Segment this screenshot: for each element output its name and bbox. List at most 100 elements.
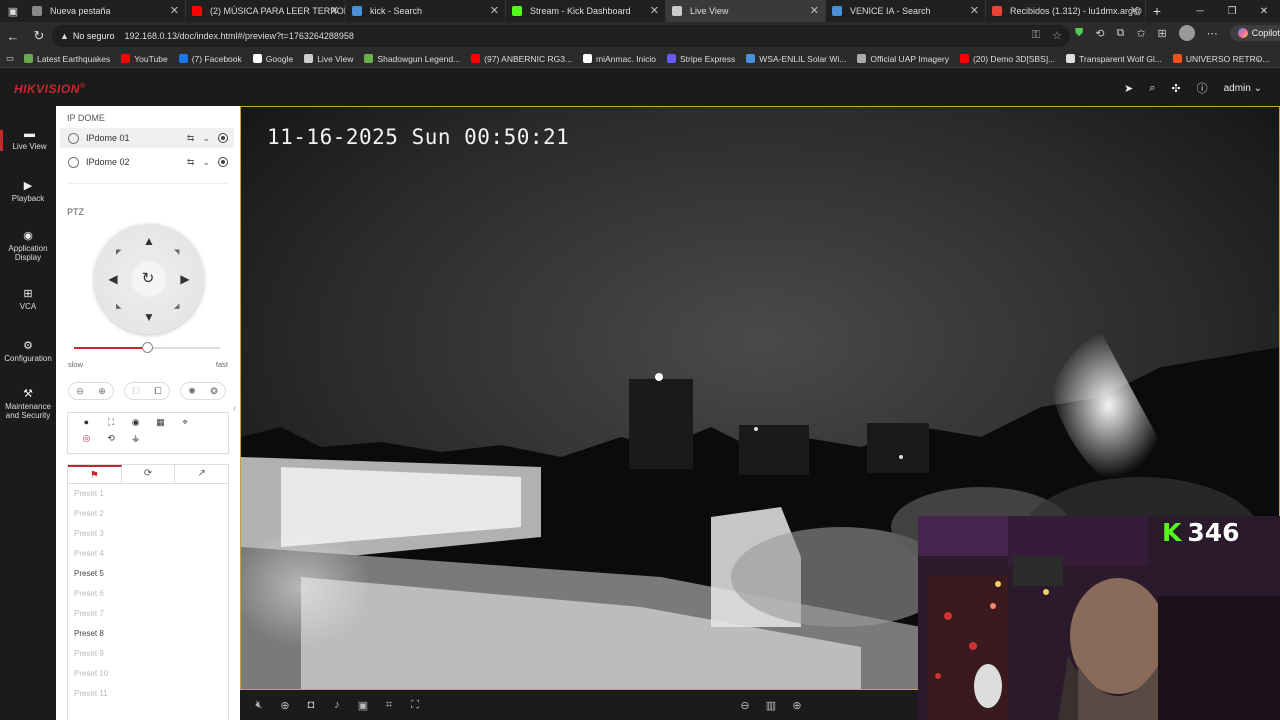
browser-tab[interactable]: Recibidos (1.312) - lu1dmx.arg@ ✕ [986,0,1146,22]
nav-maintenance[interactable]: ⚒ Maintenance and Security [0,389,56,421]
collapse-panel-icon[interactable]: ‹ [233,403,236,413]
collections-icon[interactable]: ⊞ [1158,27,1167,40]
park-icon[interactable]: ⟲ [99,433,124,449]
tab-patrol[interactable]: ⟳ [122,465,176,483]
ptz-up-right-button[interactable]: ◥ [174,248,179,256]
chevron-down-icon[interactable]: ⌄ [202,157,210,168]
search-icon[interactable]: ⌕ [1149,82,1155,95]
bookmark-item[interactable]: Latest Earthquakes [24,54,110,64]
nav-live-view[interactable]: ▬ Live View [0,129,56,151]
browser-tab[interactable]: kick - Search ✕ [346,0,506,22]
3d-positioning-icon[interactable]: ⛶ [99,417,124,433]
close-tab-icon[interactable]: ✕ [330,4,339,17]
favorites-icon[interactable]: ✩ [1136,27,1145,40]
record-icon[interactable] [218,157,228,167]
stream-switch-icon[interactable]: ⇆ [187,133,195,144]
copilot-button[interactable]: Copilot [1229,25,1280,41]
mute-icon[interactable]: 🔇︎ [246,699,272,712]
microphone-icon[interactable]: ♪ [324,699,350,711]
back-icon[interactable]: ← [0,29,26,44]
security-label[interactable]: No seguro [73,31,115,41]
close-tab-icon[interactable]: ✕ [170,4,179,17]
bookmark-item[interactable]: Shadowgun Legend... [364,54,460,64]
info-icon[interactable]: ⓘ [1197,80,1208,96]
bookmarks-more-icon[interactable]: › [1257,54,1260,64]
more-menu-icon[interactable]: ⋯ [1207,27,1218,40]
puzzle-icon[interactable]: ✣ [1171,82,1180,95]
bookmark-item[interactable]: Live View [304,54,353,64]
ptz-down-left-button[interactable]: ◣ [116,302,121,310]
one-touch-icon[interactable]: ⚶ [123,433,148,449]
ptz-down-right-button[interactable]: ◢ [174,302,179,310]
bookmark-item[interactable]: WSA-ENLIL Solar Wi... [746,54,846,64]
minimize-icon[interactable]: ─ [1184,0,1216,22]
preset-item[interactable]: Preset 2 [68,504,228,524]
browser-tab[interactable]: VENICE IA - Search ✕ [826,0,986,22]
bookmark-item[interactable]: Google [252,54,293,64]
bookmark-item[interactable]: YouTube [121,54,168,64]
user-menu[interactable]: admin ⌄ [1224,83,1262,94]
region-focus-icon[interactable]: ⌗ [376,699,402,712]
previous-window-icon[interactable]: ⊖ [732,699,758,712]
close-tab-icon[interactable]: ✕ [970,4,979,17]
send-icon[interactable]: ➤ [1124,82,1133,95]
digital-zoom-icon[interactable]: ⊕ [272,699,298,712]
ptz-up-button[interactable]: ▲ [142,234,156,248]
camera-item-1[interactable]: IPdome 01 ⇆ ⌄ [60,128,234,148]
iris-close-icon[interactable]: ✺ [188,386,196,397]
preset-item[interactable]: Preset 1 [68,484,228,504]
url-text[interactable]: 192.168.0.13/doc/index.html#/preview?t=1… [124,31,353,41]
ptz-right-button[interactable]: ▶ [178,272,192,286]
manual-tracking-icon[interactable]: ◎ [74,433,99,449]
wiper-icon[interactable]: ◉ [123,417,148,433]
preset-item[interactable]: Preset 8 [68,624,228,644]
split-screen-icon[interactable]: ⧉ [1116,27,1124,40]
stream-switch-icon[interactable]: ⇆ [187,157,195,168]
favorite-star-icon[interactable]: ☆ [1052,29,1062,42]
tab-presets[interactable]: ⚑ [68,465,122,483]
ptz-speed-slider[interactable] [74,342,220,353]
lens-init-icon[interactable]: ⌖ [173,417,198,433]
key-icon[interactable]: ⚿ [1032,29,1040,42]
preset-item[interactable]: Preset 4 [68,544,228,564]
omnibox[interactable]: ▲ No seguro 192.168.0.13/doc/index.html#… [52,25,1070,47]
bookmark-apps-icon[interactable]: ▭ [6,53,14,64]
record-icon[interactable] [218,133,228,143]
light-icon[interactable]: ● [74,417,99,433]
capture-icon[interactable]: ◘ [298,699,324,711]
preset-item[interactable]: Preset 9 [68,644,228,664]
grid-icon[interactable]: ▦ [148,417,173,433]
speed-knob[interactable] [142,342,153,353]
preset-item[interactable]: Preset 7 [68,604,228,624]
bookmark-item[interactable]: Transparent Wolf Gl... [1066,54,1162,64]
reload-icon[interactable]: ↻ [26,28,52,44]
preset-item[interactable]: Preset 6 [68,584,228,604]
nav-vca[interactable]: ⊞ VCA [0,289,56,312]
close-tab-icon[interactable]: ✕ [1130,4,1139,17]
camera-item-2[interactable]: IPdome 02 ⇆ ⌄ [60,152,234,172]
ptz-left-button[interactable]: ◀ [106,272,120,286]
close-tab-icon[interactable]: ✕ [650,4,659,17]
bookmark-item[interactable]: miAnmac. Inicio [583,54,656,64]
ptz-auto-rotate-button[interactable]: ↻ [141,271,155,286]
record-clip-icon[interactable]: ▣ [350,699,376,712]
shield-extension-icon[interactable]: ⛊ [1075,27,1083,40]
browser-tab[interactable]: (2) MÚSICA PARA LEER TERROR Y ✕ [186,0,346,22]
browser-tab[interactable]: Stream - Kick Dashboard ✕ [506,0,666,22]
preset-item[interactable]: Preset 11 [68,684,228,704]
bookmark-item[interactable]: (20) Demo 3D[SBS]... [959,54,1055,64]
bookmark-item[interactable]: (97) ANBERNIC RG3... [471,54,572,64]
extensions-icon[interactable]: ⟲ [1095,27,1104,40]
zoom-in-icon[interactable]: ⊕ [98,386,106,397]
nav-application-display[interactable]: ◉ Application Display [0,231,56,263]
new-tab-button[interactable]: + [1146,3,1168,19]
tab-pattern[interactable]: ↗ [175,465,228,483]
iris-open-icon[interactable]: ❂ [210,386,218,397]
browser-tab[interactable]: Live View ✕ [666,0,826,22]
next-window-icon[interactable]: ⊕ [784,699,810,712]
preset-item[interactable]: Preset 10 [68,664,228,684]
bookmark-item[interactable]: Stripe Express [667,54,735,64]
bookmark-item[interactable]: UNIVERSO RETRO... [1172,54,1269,64]
preset-item[interactable]: Preset 3 [68,524,228,544]
region-exposure-icon[interactable]: ⛶ [402,699,428,712]
